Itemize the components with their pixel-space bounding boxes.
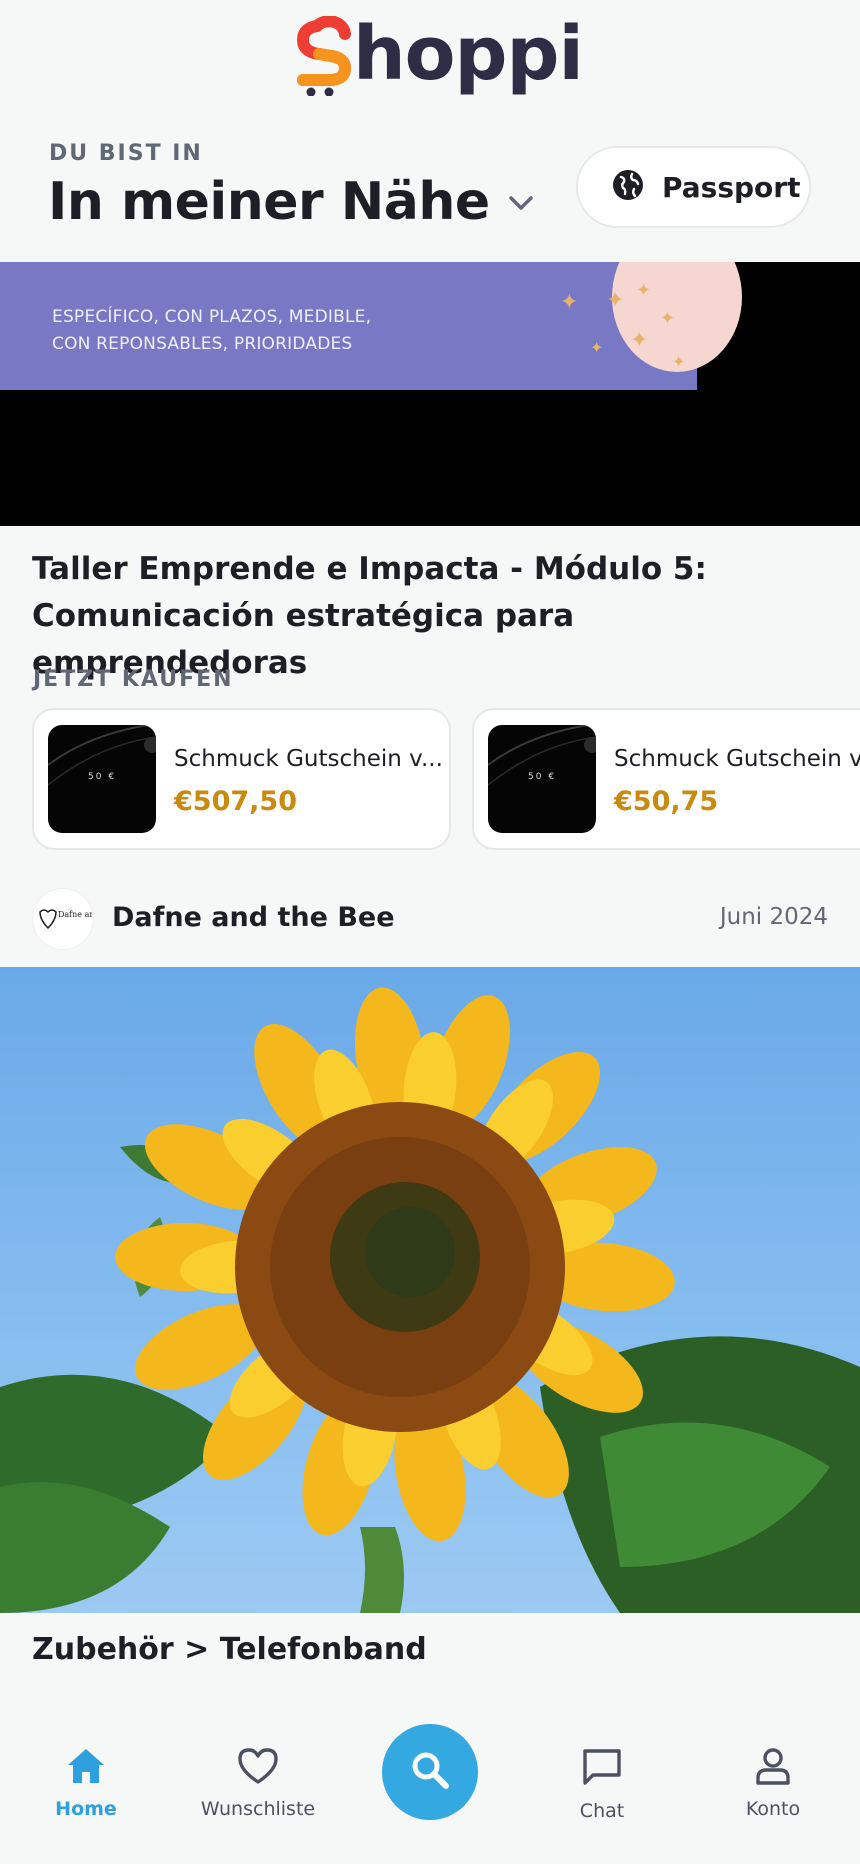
nav-home-label: Home (55, 1798, 117, 1820)
thumbnail-text: 50 € (88, 772, 117, 782)
nav-chat-label: Chat (579, 1800, 625, 1822)
product-name: Schmuck Gutschein v... (614, 746, 860, 772)
logo-wordmark: hoppi (353, 11, 584, 97)
nav-home[interactable]: Home (11, 1746, 161, 1820)
shop-avatar-text: Dafne and the Bee (58, 910, 92, 919)
chevron-down-icon (508, 194, 534, 216)
nav-account-label: Konto (745, 1798, 801, 1820)
product-image-sunflower[interactable] (0, 967, 860, 1613)
search-icon (409, 1749, 451, 1795)
product-thumbnail: 50 € (488, 725, 596, 833)
passport-button[interactable]: Passport (576, 146, 811, 228)
nav-account[interactable]: Konto (698, 1746, 848, 1820)
location-label: DU BIST IN (49, 141, 203, 166)
logo-s-mark-icon (295, 15, 353, 97)
banner-text-line-1: ESPECÍFICO, CON PLAZOS, MEDIBLE, (52, 307, 372, 327)
nav-chat[interactable]: Chat (527, 1746, 677, 1822)
heart-icon (236, 1746, 280, 1790)
location-value: In meiner Nähe (48, 172, 490, 232)
sparkle-icon: ✦ (672, 352, 686, 371)
event-banner: ESPECÍFICO, CON PLAZOS, MEDIBLE, CON REP… (0, 262, 742, 390)
event-image[interactable]: ESPECÍFICO, CON PLAZOS, MEDIBLE, CON REP… (0, 262, 860, 526)
nav-wishlist[interactable]: Wunschliste (183, 1746, 333, 1820)
shop-avatar[interactable]: Dafne and the Bee (32, 888, 94, 950)
buy-now-label: JETZT KAUFEN (33, 667, 234, 692)
sparkle-icon: ✦ (606, 288, 625, 313)
bottom-navigation: Home Wunschliste Chat Konto (0, 1706, 860, 1864)
event-title[interactable]: Taller Emprende e Impacta - Módulo 5: Co… (32, 546, 832, 687)
product-category[interactable]: Zubehör > Telefonband (32, 1632, 427, 1667)
search-button[interactable] (382, 1724, 478, 1820)
sparkle-icon: ✦ (630, 328, 649, 353)
sparkle-icon: ✦ (590, 338, 604, 357)
sparkle-icon: ✦ (660, 308, 676, 329)
product-card[interactable]: 50 € Schmuck Gutschein v... €507,50 (32, 708, 451, 850)
shop-row[interactable]: Dafne and the Bee Dafne and the Bee Juni… (0, 886, 860, 968)
thumbnail-text: 50 € (528, 772, 557, 782)
sparkle-icon: ✦ (560, 290, 579, 315)
globe-icon (612, 169, 644, 205)
product-thumbnail: 50 € (48, 725, 156, 833)
product-card[interactable]: 50 € Schmuck Gutschein v... €50,75 (472, 708, 860, 850)
shop-date: Juni 2024 (719, 904, 828, 930)
banner-text-line-2: CON REPONSABLES, PRIORIDADES (52, 334, 353, 354)
nav-wishlist-label: Wunschliste (200, 1798, 316, 1820)
shop-name[interactable]: Dafne and the Bee (112, 902, 395, 933)
chat-icon (580, 1746, 624, 1792)
product-price: €50,75 (614, 786, 719, 817)
header: hoppi DU BIST IN In meiner Nähe Passport (0, 0, 860, 262)
passport-label: Passport (662, 170, 801, 204)
product-name: Schmuck Gutschein v... (174, 746, 443, 772)
location-selector[interactable]: In meiner Nähe (48, 172, 534, 232)
sparkle-icon: ✦ (636, 280, 652, 301)
shoppi-logo[interactable]: hoppi (295, 11, 584, 97)
banner-text: ESPECÍFICO, CON PLAZOS, MEDIBLE, CON REP… (52, 304, 371, 358)
user-icon (753, 1746, 793, 1790)
home-icon (65, 1746, 107, 1790)
product-price: €507,50 (174, 786, 297, 817)
